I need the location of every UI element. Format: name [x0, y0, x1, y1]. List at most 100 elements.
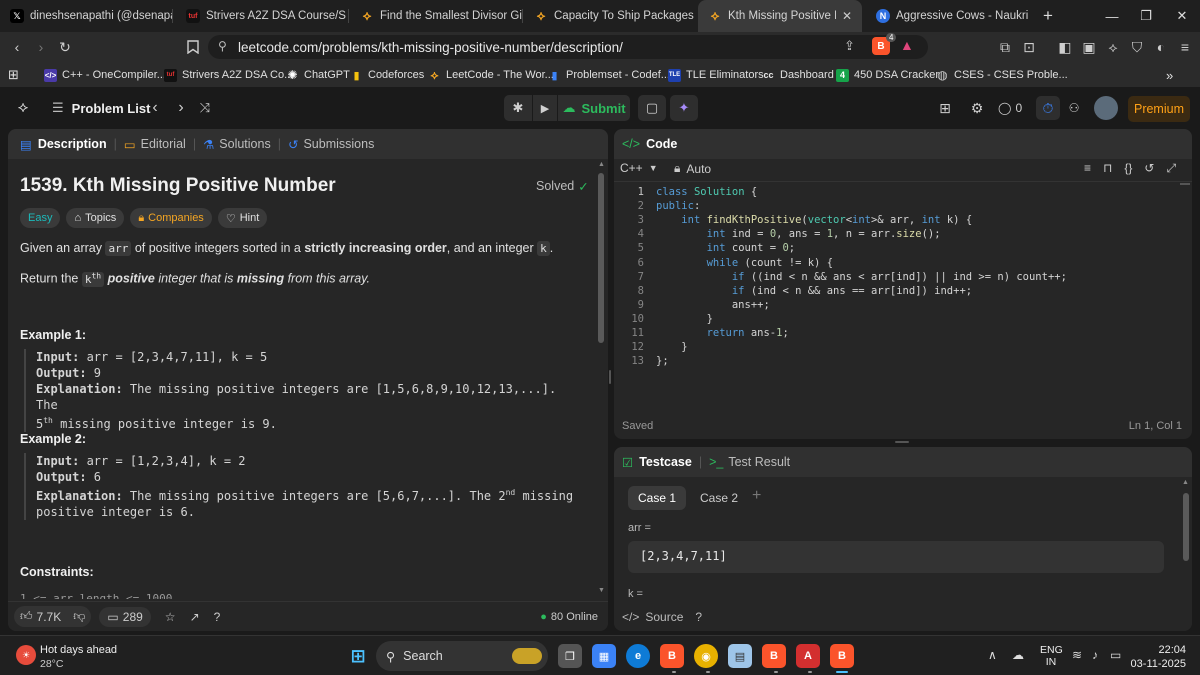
tab-solutions[interactable]: ⚗ Solutions	[203, 137, 271, 152]
case-1-tab[interactable]: Case 1	[628, 486, 686, 510]
testcase-scrollbar[interactable]: ▲	[1182, 477, 1190, 577]
code-line[interactable]: 2 public:	[614, 200, 1174, 214]
tab-editorial[interactable]: ▭ Editorial	[124, 137, 186, 152]
task-view-icon[interactable]: ❐	[558, 644, 582, 668]
more-bookmarks-icon[interactable]: »	[1166, 67, 1173, 83]
tab-code[interactable]: </> Code	[614, 137, 677, 151]
back-icon[interactable]: ‹	[8, 38, 26, 56]
case-2-tab[interactable]: Case 2	[694, 486, 744, 510]
run-button[interactable]: ▶	[533, 95, 557, 121]
code-scrollbar[interactable]	[1180, 183, 1190, 185]
brave-active-icon[interactable]: B	[830, 644, 854, 668]
close-window-icon[interactable]: ✕	[1162, 0, 1200, 32]
shuffle-icon[interactable]: ⤨	[196, 99, 214, 117]
battery-icon[interactable]: ▭	[1110, 648, 1121, 662]
avatar[interactable]	[1094, 96, 1118, 120]
debug-icon[interactable]: ✱	[504, 95, 532, 121]
reset-icon[interactable]: ↺	[1144, 161, 1154, 176]
browser-tab-aggressive-cows[interactable]: N Aggressive Cows - Naukri Code	[866, 0, 1032, 32]
apps-grid-icon[interactable]: ⊞	[8, 67, 19, 83]
submit-button[interactable]: ☁ Submit	[558, 95, 630, 121]
browser-tab-x[interactable]: 𝕏 dineshsenapathi (@dsenapathi4	[0, 0, 172, 32]
help-icon[interactable]: ?	[214, 610, 221, 624]
description-scrollbar[interactable]: ▲ ▼	[596, 159, 606, 599]
language-select[interactable]: C++ ▼	[620, 161, 658, 175]
leetcode-logo-icon[interactable]: ⟡	[14, 99, 32, 117]
bookmark-strivers[interactable]: tuf Strivers A2Z DSA Co...	[164, 67, 293, 83]
code-line[interactable]: 4 int ind = 0, ans = 1, n = arr.size();	[614, 228, 1174, 242]
next-problem-icon[interactable]: ›	[174, 99, 188, 117]
like-button[interactable]: 👍︎ 7.7K	[14, 606, 68, 627]
brave-beta-icon[interactable]: B	[762, 644, 786, 668]
language-indicator[interactable]: ENG IN	[1040, 644, 1063, 668]
code-line[interactable]: 3 int findKthPositive(vector<int>& arr, …	[614, 214, 1174, 228]
dislike-button[interactable]: 👎︎	[67, 606, 92, 627]
bookmark-dashboard[interactable]: cc Dashboard	[762, 67, 833, 83]
auto-mode[interactable]: 🔒︎ Auto	[674, 161, 711, 176]
code-line[interactable]: 8 if (ind < n && ans == arr[ind]) ind++;	[614, 285, 1174, 299]
source-link[interactable]: </> Source?	[614, 603, 1192, 631]
companies-chip[interactable]: 🔒︎ Companies	[130, 208, 212, 228]
site-info-icon[interactable]: ⚲	[218, 39, 227, 53]
wallet-icon[interactable]: ▣	[1080, 38, 1098, 56]
browser-tab-strivers[interactable]: tuf Strivers A2Z DSA Course/Sheet	[176, 0, 346, 32]
braces-icon[interactable]: {}	[1124, 161, 1132, 176]
onedrive-icon[interactable]: ☁	[1012, 648, 1024, 662]
difficulty-chip[interactable]: Easy	[20, 208, 61, 228]
reload-icon[interactable]: ↻	[56, 38, 74, 56]
extensions-puzzle-icon[interactable]: ⧉	[996, 38, 1014, 56]
bookmark-tle[interactable]: TLE TLE Eliminators	[668, 67, 764, 83]
topics-chip[interactable]: ⌂ Topics	[66, 208, 125, 228]
star-icon[interactable]: ☆	[165, 610, 176, 624]
translate-icon[interactable]: ⊡	[1020, 38, 1038, 56]
bookmark-chatgpt[interactable]: ✺ ChatGPT	[286, 67, 349, 83]
taskbar-search[interactable]: ⚲ Search	[376, 641, 548, 671]
code-line[interactable]: 12 }	[614, 341, 1174, 355]
bookmark-450-dsa[interactable]: 4 450 DSA Cracker	[836, 67, 939, 83]
format-icon[interactable]: ≡	[1084, 161, 1091, 176]
comments-button[interactable]: ▭ 289	[99, 606, 151, 627]
share-icon[interactable]: ⇪	[844, 38, 855, 54]
problem-list-button[interactable]: ☰ Problem List	[52, 99, 150, 117]
windows-start-icon[interactable]: ⊞	[346, 644, 370, 668]
weather-icon[interactable]: ☀	[16, 645, 36, 665]
layout-icon[interactable]: ⊞	[936, 99, 954, 117]
forward-icon[interactable]: ›	[32, 38, 50, 56]
hint-chip[interactable]: ♡ Hint	[217, 208, 268, 228]
code-line[interactable]: 7 if ((ind < n && ans < arr[ind]) || ind…	[614, 271, 1174, 285]
clock[interactable]: 22:04 03-11-2025	[1130, 643, 1186, 671]
leetcode-ext-icon[interactable]: ⟡	[1104, 38, 1122, 56]
sidebar-icon[interactable]: ◧	[1056, 38, 1074, 56]
panel-resize-handle[interactable]	[895, 441, 909, 443]
bookmark-onecompiler[interactable]: </> C++ - OneCompiler...	[44, 67, 166, 83]
wifi-icon[interactable]: ≋	[1072, 648, 1082, 662]
add-case-icon[interactable]: +	[752, 487, 761, 505]
menu-icon[interactable]: ≡	[1176, 38, 1194, 56]
restore-icon[interactable]: ❐	[1126, 0, 1166, 32]
expand-icon[interactable]: ⤢	[1166, 161, 1176, 176]
timer-icon[interactable]: ⏱	[1036, 96, 1060, 120]
keyboard-icon[interactable]: ▤	[728, 644, 752, 668]
store-icon[interactable]: ▦	[592, 644, 616, 668]
bookmark-icon[interactable]	[184, 38, 202, 56]
code-line[interactable]: 1 class Solution {	[614, 186, 1174, 200]
bookmark-cses[interactable]: ◍ CSES - CSES Proble...	[936, 67, 1067, 83]
brave-rewards-icon[interactable]: ▲	[900, 37, 914, 53]
notes-icon[interactable]: ▢	[638, 95, 666, 121]
weather-title[interactable]: Hot days ahead	[40, 644, 117, 656]
share-out-icon[interactable]: ↗	[190, 610, 200, 624]
browser-tab-kth-missing[interactable]: ⟡ Kth Missing Positive Numbe ✕	[698, 0, 862, 32]
code-line[interactable]: 5 int count = 0;	[614, 242, 1174, 256]
bookmark-icon[interactable]: ⊓	[1103, 161, 1112, 176]
add-friend-icon[interactable]: ⚇	[1064, 99, 1084, 117]
tray-chevron-icon[interactable]: ∧	[988, 648, 997, 662]
vpn-shield-icon[interactable]: ⛉	[1128, 38, 1146, 56]
code-editor[interactable]: 1 class Solution {2 public: 3 int findKthPo…	[614, 186, 1174, 386]
browser-tab-capacity[interactable]: ⟡ Capacity To Ship Packages With	[524, 0, 696, 32]
brave-icon[interactable]: B	[660, 644, 684, 668]
edge-icon[interactable]: e	[626, 644, 650, 668]
premium-button[interactable]: Premium	[1128, 96, 1190, 122]
ai-sparkle-icon[interactable]: ✦	[670, 95, 698, 121]
volume-icon[interactable]: ♪	[1092, 648, 1098, 662]
settings-gear-icon[interactable]: ⚙	[968, 99, 986, 117]
